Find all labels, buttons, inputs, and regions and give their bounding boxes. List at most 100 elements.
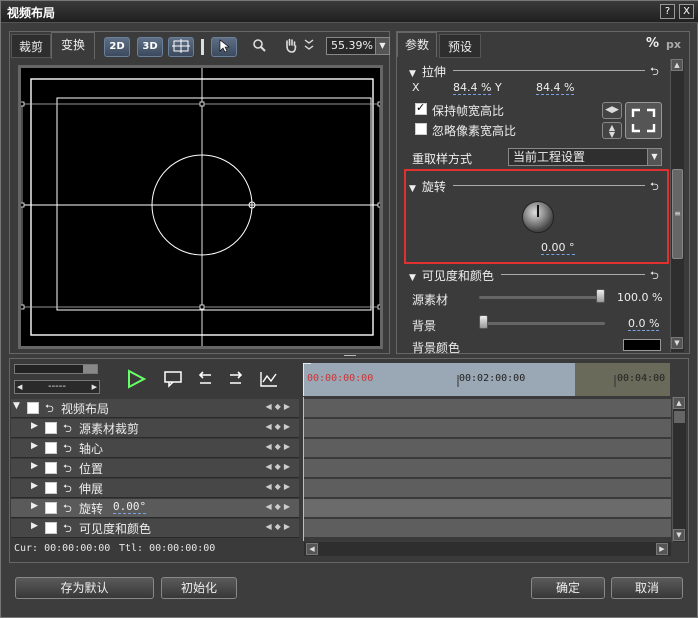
source-slider-handle[interactable]	[596, 289, 605, 303]
unit-percent-button[interactable]: %	[646, 36, 659, 51]
reset-icon[interactable]: ⮌	[63, 420, 72, 439]
scroll-up-icon[interactable]: ▲	[671, 59, 683, 71]
add-keyframe-button[interactable]	[163, 370, 183, 391]
flip-horizontal-button[interactable]: ◀▶	[602, 102, 622, 119]
next-keyframe-button[interactable]	[227, 370, 245, 391]
track-checkbox[interactable]	[45, 522, 57, 534]
cancel-button[interactable]: 取消	[611, 577, 683, 599]
track-lane[interactable]	[304, 499, 671, 518]
triangle-right-icon[interactable]: ▶	[31, 521, 38, 531]
track-lane[interactable]	[304, 439, 671, 458]
timeline-zoom-handle[interactable]	[83, 365, 97, 373]
scroll-right-icon[interactable]: ▶	[656, 543, 668, 555]
source-value[interactable]: 100.0 %	[617, 291, 662, 304]
track-lane[interactable]	[304, 459, 671, 478]
view-3d-button[interactable]: 3D	[137, 37, 163, 57]
select-tool-button[interactable]	[211, 37, 237, 57]
reset-icon[interactable]: ⮌	[650, 267, 659, 286]
zoom-select[interactable]: 55.39% ▼	[326, 37, 390, 55]
graph-button[interactable]	[259, 370, 279, 391]
reset-icon[interactable]: ⮌	[63, 460, 72, 479]
track-row[interactable]: ▶ ⮌ 轴心 ◀◆▶	[11, 439, 299, 458]
parameters-scrollbar[interactable]: ▲ ≡ ▼	[670, 59, 684, 352]
grid-view-button[interactable]	[168, 37, 194, 57]
tab-transform[interactable]: 变换	[51, 32, 95, 59]
track-row[interactable]: ▶ ⮌ 旋转 0.00° ◀◆▶	[11, 499, 299, 518]
scroll-down-icon[interactable]: ▼	[671, 337, 683, 349]
tab-presets[interactable]: 预设	[439, 34, 481, 58]
ignore-pixel-checkbox[interactable]	[415, 123, 427, 135]
unit-px-button[interactable]: px	[666, 38, 681, 51]
track-lane[interactable]	[304, 399, 671, 418]
track-row[interactable]: ▶ ⮌ 可见度和颜色 ◀◆▶	[11, 519, 299, 538]
reset-icon[interactable]: ⮌	[63, 480, 72, 499]
keyframe-nav-icons[interactable]: ◀◆▶	[266, 402, 293, 411]
track-checkbox[interactable]	[45, 462, 57, 474]
track-lane[interactable]	[304, 519, 671, 538]
scrollbar-thumb[interactable]	[674, 411, 685, 423]
keyframe-nav-icons[interactable]: ◀◆▶	[266, 462, 293, 471]
track-checkbox[interactable]	[27, 402, 39, 414]
resample-select[interactable]: 当前工程设置 ▼	[508, 148, 662, 166]
track-lane[interactable]	[304, 479, 671, 498]
timeline-zoom-slider[interactable]	[14, 364, 98, 374]
scroll-up-icon[interactable]: ▲	[673, 397, 685, 409]
ok-button[interactable]: 确定	[531, 577, 605, 599]
tab-crop[interactable]: 裁剪	[11, 34, 51, 58]
initialize-button[interactable]: 初始化	[161, 577, 237, 599]
fit-frame-button[interactable]	[625, 102, 662, 139]
timeline-vscrollbar[interactable]: ▲ ▼	[672, 397, 686, 542]
save-default-button[interactable]: 存为默认	[15, 577, 154, 599]
reset-icon[interactable]: ⮌	[63, 500, 72, 519]
track-checkbox[interactable]	[45, 502, 57, 514]
keyframe-nav-icons[interactable]: ◀◆▶	[266, 422, 293, 431]
track-row[interactable]: ▼ ⮌ 视频布局 ◀◆▶	[11, 399, 299, 418]
tab-parameters[interactable]: 参数	[397, 32, 437, 57]
triangle-right-icon[interactable]: ▶	[31, 461, 38, 471]
triangle-right-icon[interactable]: ▶	[31, 421, 38, 431]
scroll-down-icon[interactable]: ▼	[673, 529, 685, 541]
triangle-right-icon[interactable]: ▶	[31, 481, 38, 491]
reset-icon[interactable]: ⮌	[45, 400, 54, 419]
flip-vertical-button[interactable]: ▲ ▼	[602, 122, 622, 139]
stretch-y-value[interactable]: 84.4 %	[536, 81, 575, 95]
track-checkbox[interactable]	[45, 442, 57, 454]
background-slider-handle[interactable]	[479, 315, 488, 329]
reset-icon[interactable]: ⮌	[63, 440, 72, 459]
keyframe-nav-icons[interactable]: ◀◆▶	[266, 502, 293, 511]
background-value[interactable]: 0.0 %	[628, 317, 660, 331]
track-lane[interactable]	[304, 419, 671, 438]
zoom-more-button[interactable]	[301, 37, 317, 57]
stretch-section-header[interactable]: ▼ 拉伸	[409, 63, 446, 80]
frame-input[interactable]: ◀ ----- ▶	[14, 380, 100, 394]
keyframe-nav-icons[interactable]: ◀◆▶	[266, 482, 293, 491]
help-button[interactable]: ?	[660, 4, 675, 19]
scroll-left-icon[interactable]: ◀	[306, 543, 318, 555]
track-checkbox[interactable]	[45, 422, 57, 434]
preview-canvas[interactable]	[18, 65, 383, 349]
playhead[interactable]	[303, 397, 304, 541]
close-button[interactable]: X	[679, 4, 694, 19]
play-button[interactable]	[126, 369, 147, 392]
view-2d-button[interactable]: 2D	[104, 37, 130, 57]
reset-icon[interactable]: ⮌	[650, 63, 659, 82]
stretch-x-value[interactable]: 84.4 %	[453, 81, 492, 95]
keyframe-nav-icons[interactable]: ◀◆▶	[266, 522, 293, 531]
track-row[interactable]: ▶ ⮌ 位置 ◀◆▶	[11, 459, 299, 478]
timeline-ruler[interactable]: 00:00:00:00 00:02:00:00 00:04:00	[303, 363, 670, 396]
visibility-section-header[interactable]: ▼ 可见度和颜色	[409, 267, 494, 284]
triangle-right-icon[interactable]: ▶	[31, 441, 38, 451]
track-value[interactable]: 0.00°	[113, 500, 147, 514]
source-slider[interactable]	[479, 296, 605, 299]
background-color-swatch[interactable]	[623, 339, 661, 351]
keep-ratio-checkbox[interactable]	[415, 101, 427, 115]
triangle-down-icon[interactable]: ▼	[13, 401, 20, 411]
track-checkbox[interactable]	[45, 482, 57, 494]
keyframe-nav-icons[interactable]: ◀◆▶	[266, 442, 293, 451]
background-slider[interactable]	[479, 322, 605, 325]
zoom-tool-button[interactable]	[246, 37, 272, 57]
track-row[interactable]: ▶ ⮌ 伸展 ◀◆▶	[11, 479, 299, 498]
timeline-hscrollbar[interactable]: ◀ ▶	[304, 542, 671, 556]
scrollbar-thumb[interactable]: ≡	[672, 169, 683, 259]
track-row[interactable]: ▶ ⮌ 源素材裁剪 ◀◆▶	[11, 419, 299, 438]
